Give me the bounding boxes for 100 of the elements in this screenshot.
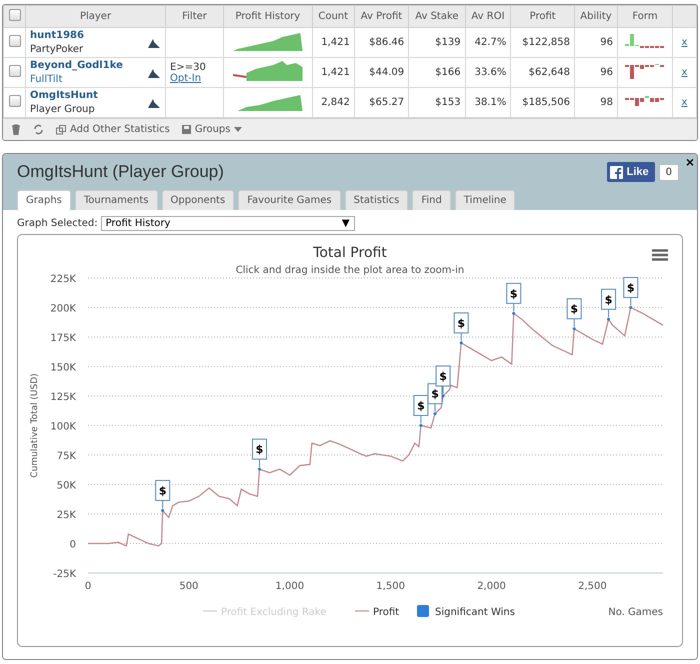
table-cell: $86.46 — [354, 28, 409, 58]
win-flag: $ — [454, 312, 469, 342]
x-tick-label: 1,500 — [376, 581, 405, 592]
column-header: Count — [312, 6, 354, 28]
form-bar-drawing — [625, 64, 665, 78]
column-header: Profit — [510, 6, 574, 28]
row-checkbox[interactable] — [8, 95, 20, 107]
site-name[interactable]: FullTilt — [30, 74, 123, 85]
y-tick-label: 75K — [56, 451, 76, 462]
row-checkbox[interactable] — [8, 65, 20, 77]
groups-button[interactable]: Groups — [182, 124, 242, 135]
x-tick-label: 1,000 — [275, 581, 304, 592]
chart-title: Total Profit — [313, 245, 387, 261]
x-axis-title: No. Games — [608, 607, 663, 618]
site-name: Player Group — [30, 104, 96, 115]
win-flag: $ — [601, 288, 616, 318]
player-name-link[interactable]: hunt1986 — [30, 30, 84, 41]
form-bar-drawing — [625, 34, 665, 48]
table-cell: $166 — [408, 58, 466, 88]
table-cell: 38.1% — [465, 88, 511, 118]
column-header: Player — [26, 6, 166, 28]
x-tick-label: 2,000 — [477, 581, 506, 592]
tab[interactable]: Timeline — [454, 190, 516, 210]
add-window-icon — [56, 124, 66, 134]
add-statistics-button[interactable]: Add Other Statistics — [56, 124, 170, 135]
legend-line-icon — [354, 610, 370, 612]
y-tick-label: 0 — [70, 540, 76, 550]
form-bar-drawing — [625, 96, 665, 106]
column-header: Av Profit — [354, 6, 409, 28]
x-tick-label: 2,500 — [578, 581, 607, 592]
graph-select-label: Graph Selected: — [17, 218, 98, 229]
site-name: PartyPoker — [30, 44, 84, 55]
win-flag: $ — [623, 277, 638, 306]
y-tick-label: -25K — [53, 569, 76, 580]
column-header: Profit History — [224, 6, 312, 28]
tab[interactable]: Statistics — [344, 190, 408, 210]
column-header: Ability — [574, 6, 618, 28]
player-name-link[interactable]: Beyond_Godl1ke — [30, 60, 123, 71]
tab[interactable]: Graphs — [17, 190, 71, 210]
facebook-icon — [610, 166, 623, 178]
like-count: 0 — [658, 164, 679, 180]
remove-link[interactable]: x — [682, 97, 688, 108]
column-header: Form — [618, 6, 672, 28]
win-flag: $ — [566, 298, 582, 328]
remove-link[interactable]: x — [682, 37, 688, 48]
save-icon — [182, 125, 191, 134]
y-tick-label: 25K — [56, 510, 76, 521]
y-tick-label: 125K — [50, 392, 76, 403]
win-flag: $ — [155, 480, 170, 509]
filter-text: E>=30 — [170, 62, 206, 72]
select-all-checkbox[interactable] — [8, 9, 20, 21]
table-cell: 42.7% — [465, 28, 511, 58]
x-tick-label: 500 — [179, 581, 198, 592]
table-cell: 96 — [574, 58, 618, 88]
table-cell: $153 — [408, 88, 466, 118]
win-flag: $ — [413, 395, 428, 424]
table-cell: 2,842 — [312, 88, 354, 118]
table-cell: $44.09 — [354, 58, 409, 88]
y-tick-label: 175K — [50, 333, 76, 344]
y-tick-label: 200K — [50, 304, 76, 314]
column-header: Filter — [166, 6, 224, 28]
player-name-link[interactable]: OmgItsHunt — [30, 90, 98, 101]
remove-link[interactable]: x — [682, 67, 688, 78]
win-flag: $ — [252, 438, 267, 468]
tab[interactable]: Favourite Games — [238, 190, 341, 210]
column-header: Av ROI — [465, 6, 511, 28]
table-cell: 96 — [574, 28, 618, 58]
tab[interactable]: Find — [412, 190, 451, 210]
legend-swatch-icon — [417, 605, 429, 617]
panel-title: OmgItsHunt (Player Group) — [17, 162, 224, 182]
table-cell: 98 — [574, 88, 618, 118]
row-checkbox[interactable] — [8, 35, 20, 47]
chart-subtitle: Click and drag inside the plot area to zoom-in — [236, 265, 464, 276]
menu-icon[interactable] — [652, 249, 668, 264]
table-cell: $62,648 — [510, 58, 574, 88]
sparkline-drawing — [232, 59, 303, 83]
table-cell: 1,421 — [312, 28, 354, 58]
x-tick-label: 0 — [84, 581, 92, 592]
y-tick-label: 50K — [56, 480, 76, 492]
legend-item[interactable]: Significant Wins — [435, 607, 515, 618]
column-header: Av Stake — [408, 6, 466, 28]
caret-icon — [234, 127, 242, 132]
table-cell: $65.27 — [354, 88, 409, 118]
graph-select[interactable]: Profit History ▼ — [100, 216, 355, 231]
legend-line-icon — [202, 610, 218, 612]
y-tick-label: 100K — [50, 422, 76, 432]
table-cell: $139 — [408, 28, 466, 58]
table-cell: $185,506 — [510, 88, 574, 118]
tab[interactable]: Opponents — [162, 190, 234, 210]
table-cell: 1,421 — [312, 58, 354, 88]
refresh-icon[interactable] — [33, 124, 44, 135]
table-cell: 33.6% — [465, 58, 511, 88]
tab[interactable]: Tournaments — [74, 190, 158, 210]
win-flag: $ — [506, 282, 522, 312]
legend-item[interactable]: Profit — [373, 607, 400, 618]
y-tick-label: 150K — [50, 362, 76, 374]
like-button[interactable]: Like — [606, 162, 655, 182]
opt-in-link[interactable]: Opt-In — [170, 72, 202, 84]
trash-icon[interactable] — [11, 124, 21, 135]
close-button[interactable]: × — [686, 154, 694, 170]
